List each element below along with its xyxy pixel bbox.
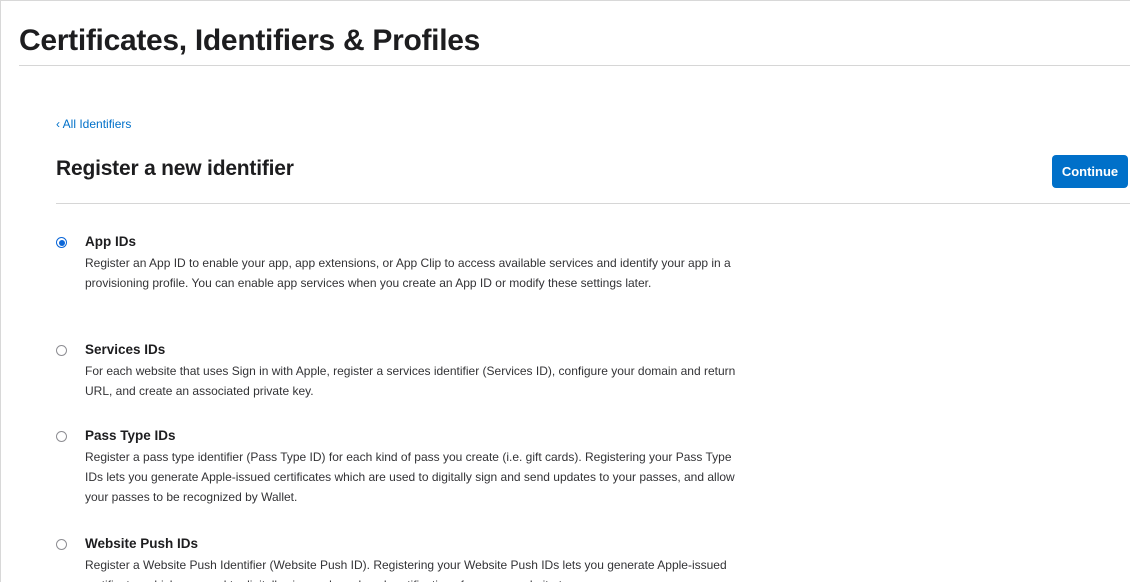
option-description: Register a Website Push Identifier (Webs… xyxy=(85,558,727,582)
option-title: Services IDs xyxy=(85,342,166,357)
page: Certificates, Identifiers & Profiles ‹ A… xyxy=(0,0,1130,582)
continue-button[interactable]: Continue xyxy=(1052,155,1128,188)
option-description: Register an App ID to enable your app, a… xyxy=(85,256,731,290)
radio-app-ids[interactable] xyxy=(56,237,67,248)
option-description: Register a pass type identifier (Pass Ty… xyxy=(85,450,735,504)
option-title: Website Push IDs xyxy=(85,536,199,551)
radio-website-push-ids[interactable] xyxy=(56,539,67,550)
option-title: Pass Type IDs xyxy=(85,428,176,443)
radio-pass-type-ids[interactable] xyxy=(56,431,67,442)
option-title: App IDs xyxy=(85,234,137,249)
section-divider xyxy=(56,203,1130,204)
section-heading: Register a new identifier xyxy=(56,157,294,180)
radio-services-ids[interactable] xyxy=(56,345,67,356)
back-to-all-identifiers-link[interactable]: ‹ All Identifiers xyxy=(56,117,131,131)
page-header: Certificates, Identifiers & Profiles xyxy=(19,23,1130,66)
page-title: Certificates, Identifiers & Profiles xyxy=(19,24,481,57)
option-description: For each website that uses Sign in with … xyxy=(85,364,736,398)
